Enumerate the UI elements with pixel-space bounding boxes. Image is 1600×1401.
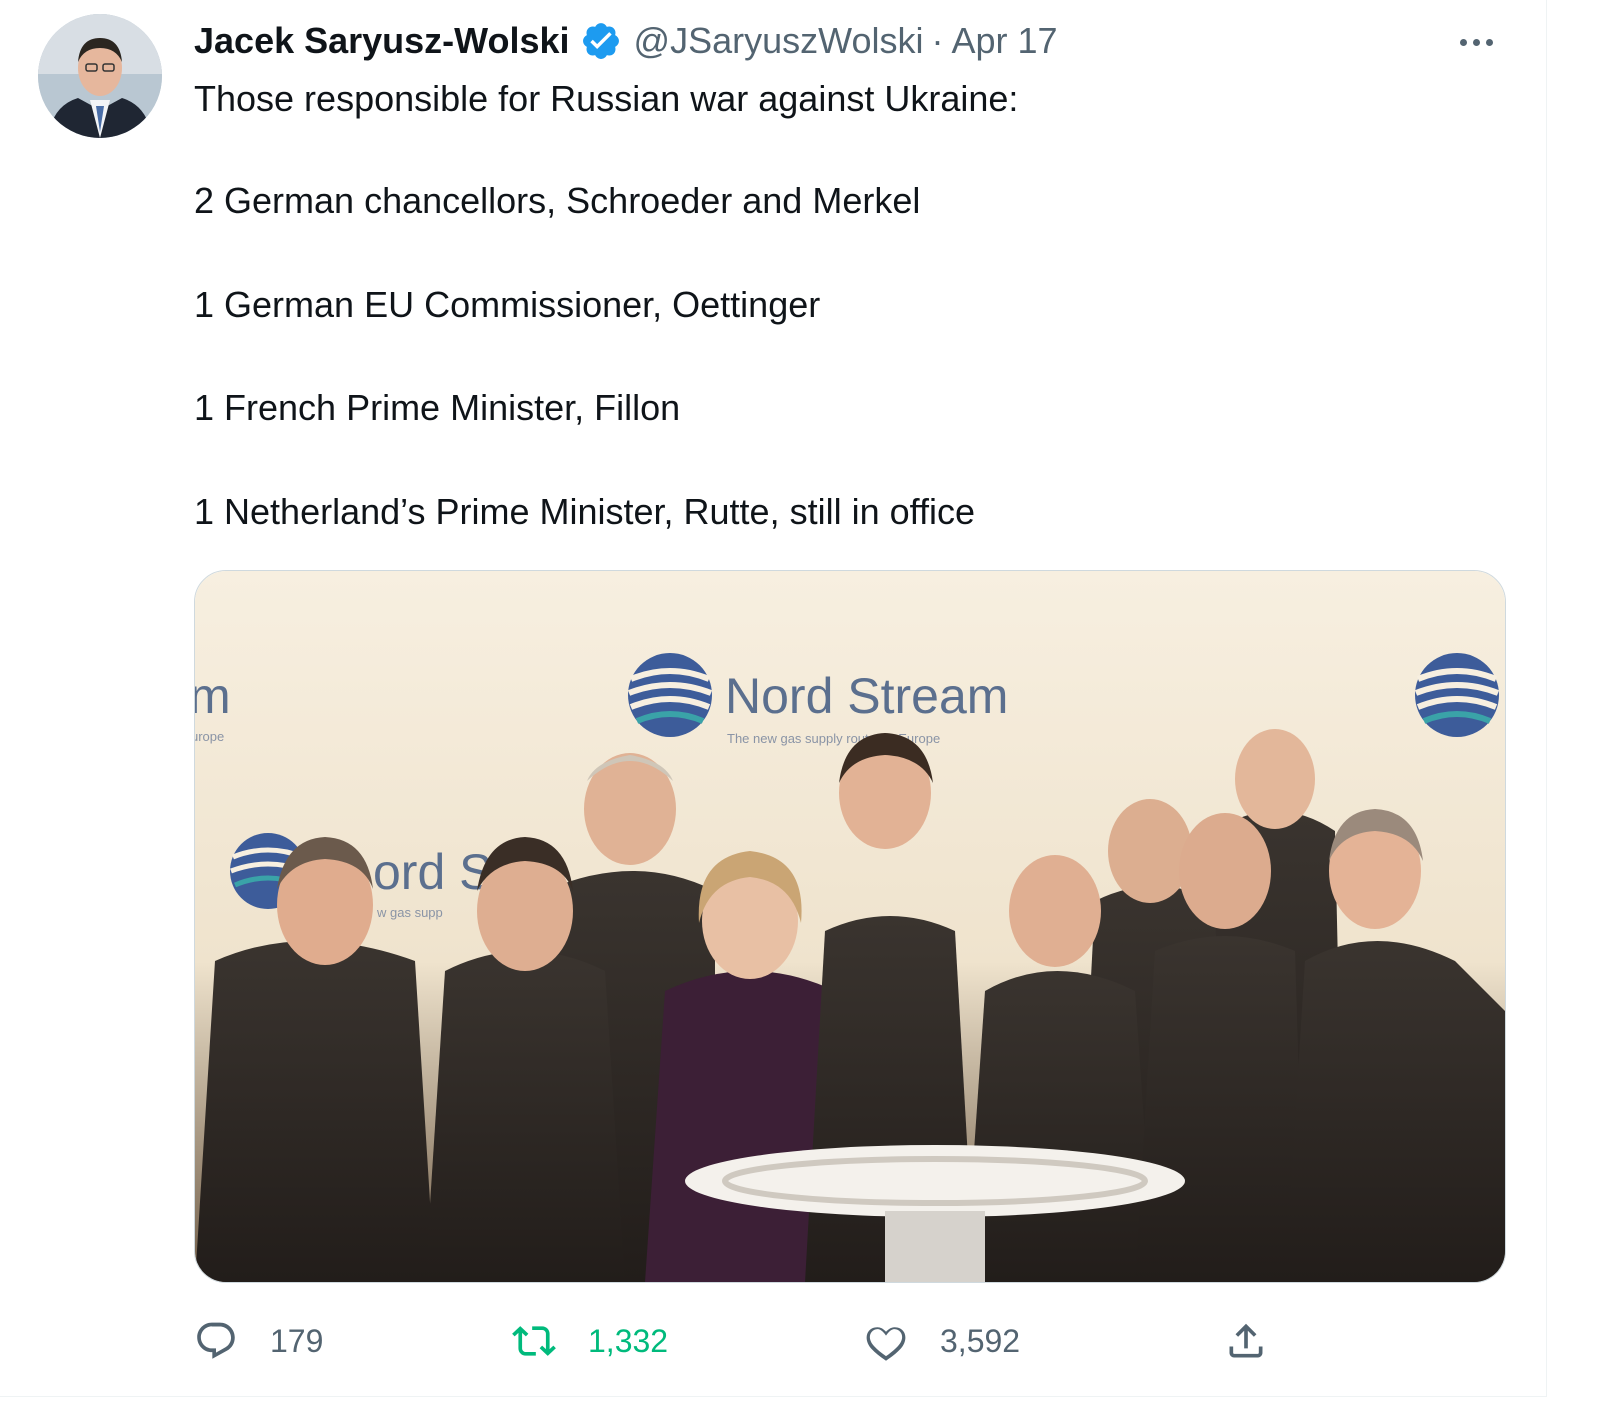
tweet-actions: 179 1,332 3,592 — [194, 1313, 1504, 1369]
banner-fragment-left-sub: urope — [195, 729, 224, 744]
like-button[interactable]: 3,592 — [864, 1313, 1020, 1369]
tweet-text-line: 1 Netherland’s Prime Minister, Rutte, st… — [194, 491, 975, 532]
separator-dot: · — [931, 20, 944, 61]
tweet-photo[interactable]: Nord Stream The new gas supply route for… — [194, 570, 1506, 1283]
retweet-icon — [512, 1326, 556, 1356]
reply-icon — [197, 1322, 235, 1359]
retweet-count: 1,332 — [588, 1322, 669, 1359]
author-avatar[interactable] — [38, 14, 162, 138]
share-button[interactable] — [1224, 1313, 1300, 1369]
nord-stream-logo-icon — [1414, 653, 1500, 737]
tweet-text-line: Those responsible for Russian war agains… — [194, 78, 1019, 119]
author-handle[interactable]: @JSaryuszWolski — [634, 20, 924, 62]
valve-wheel — [685, 1145, 1185, 1217]
banner-fragment-second-sub: w gas supp — [376, 905, 443, 920]
tweet-header: Jacek Saryusz-Wolski @JSaryuszWolski · A… — [194, 18, 1058, 64]
share-icon — [1229, 1323, 1263, 1358]
more-icon[interactable] — [1454, 22, 1498, 62]
verified-badge-icon — [580, 20, 622, 62]
author-name[interactable]: Jacek Saryusz-Wolski — [194, 20, 570, 62]
like-icon — [866, 1327, 906, 1361]
like-count: 3,592 — [940, 1322, 1021, 1359]
nord-stream-logo-icon — [627, 653, 713, 737]
reply-count: 179 — [270, 1322, 324, 1359]
reply-button[interactable]: 179 — [194, 1313, 323, 1369]
banner-title: Nord Stream — [725, 668, 1008, 724]
tweet-card[interactable]: Jacek Saryusz-Wolski @JSaryuszWolski · A… — [0, 0, 1547, 1397]
tweet-date[interactable]: Apr 17 — [951, 20, 1057, 62]
retweet-button[interactable]: 1,332 — [512, 1313, 668, 1369]
banner-fragment-left: m — [195, 668, 231, 724]
tweet-text-line: 1 French Prime Minister, Fillon — [194, 387, 681, 428]
tweet-text-line: 2 German chancellors, Schroeder and Merk… — [194, 180, 921, 221]
tweet-text-line: 1 German EU Commissioner, Oettinger — [194, 284, 821, 325]
